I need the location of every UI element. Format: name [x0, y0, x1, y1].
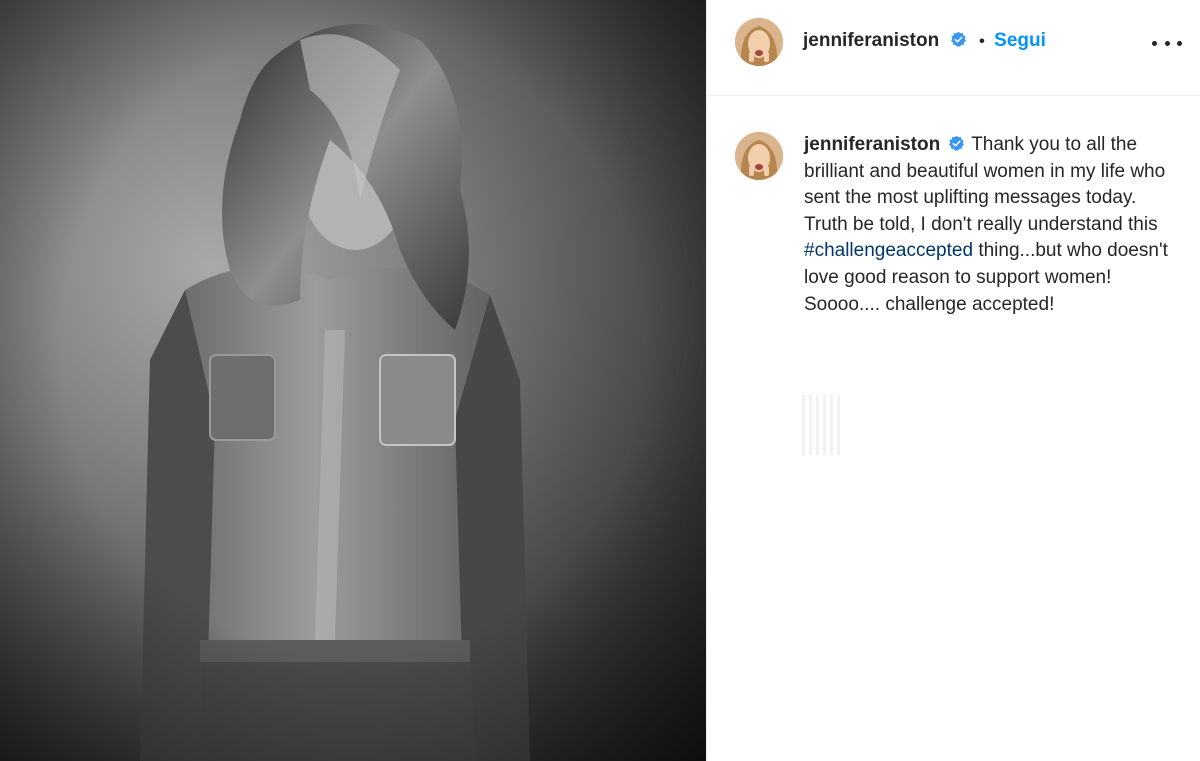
verified-badge-icon [949, 135, 965, 151]
avatar-image [735, 132, 783, 180]
more-options-icon[interactable] [1152, 33, 1182, 53]
follow-button[interactable]: Segui [994, 30, 1046, 51]
post-details-panel: jenniferaniston • Segui jenniferaniston … [707, 0, 1200, 761]
avatar[interactable] [735, 18, 783, 66]
header-username[interactable]: jenniferaniston [803, 30, 939, 51]
avatar-image [735, 18, 783, 66]
post-photo[interactable] [0, 0, 706, 761]
header-user-line: jenniferaniston • Segui [803, 30, 1046, 52]
caption-username[interactable]: jenniferaniston [804, 134, 940, 155]
caption-avatar[interactable] [735, 132, 783, 180]
faded-artifact [802, 395, 840, 455]
hashtag-link[interactable]: #challengeaccepted [804, 240, 973, 261]
caption-text: jenniferaniston Thank you to all the bri… [804, 132, 1169, 318]
post-header: jenniferaniston • Segui [707, 0, 1200, 96]
verified-badge-icon [950, 31, 966, 47]
portrait-illustration [0, 0, 706, 761]
separator-dot: • [979, 33, 985, 50]
